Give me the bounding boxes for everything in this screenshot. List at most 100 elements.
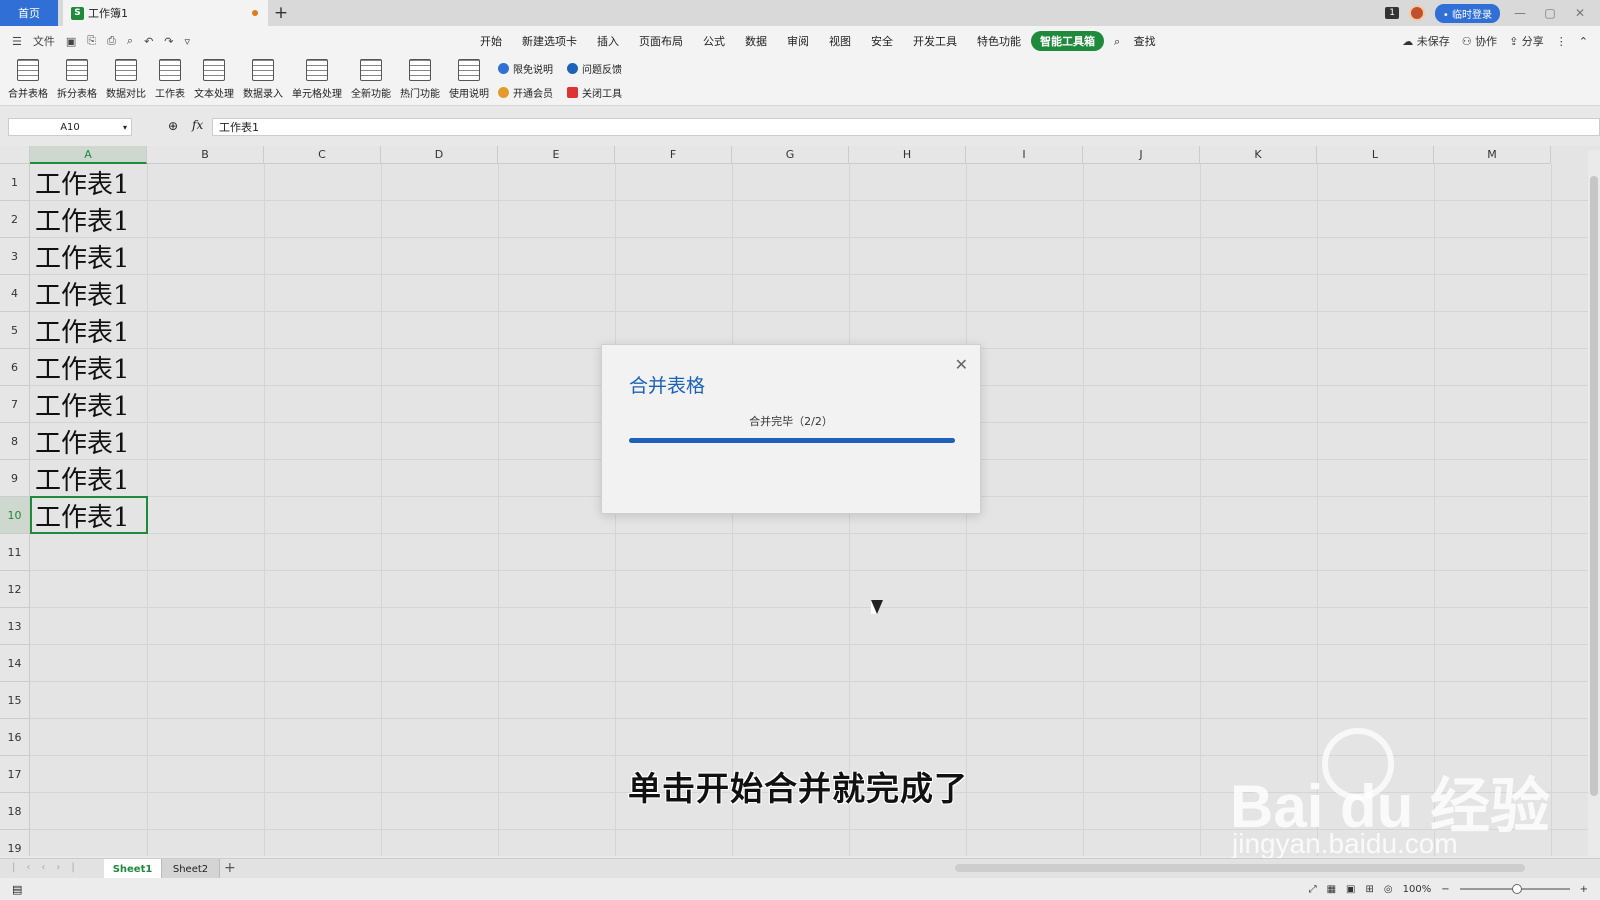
home-tab[interactable]: 首页 xyxy=(0,0,58,26)
tab-search[interactable]: ⌕ 查找 xyxy=(1104,33,1176,49)
column-header-A[interactable]: A xyxy=(30,146,147,164)
zoom-knob[interactable] xyxy=(1511,884,1522,894)
tab-features[interactable]: 特色功能 xyxy=(967,33,1031,49)
fx-icon[interactable]: fx xyxy=(192,118,203,132)
row-header-1[interactable]: 1 xyxy=(0,164,30,201)
tab-developer[interactable]: 开发工具 xyxy=(903,33,967,49)
tab-security[interactable]: 安全 xyxy=(861,33,903,49)
cell-A9[interactable]: 工作表1 xyxy=(31,460,149,497)
row-header-2[interactable]: 2 xyxy=(0,201,30,238)
row-header-9[interactable]: 9 xyxy=(0,460,30,497)
new-features-button[interactable]: 全新功能 xyxy=(351,56,391,100)
column-header-F[interactable]: F xyxy=(615,146,732,164)
row-header-12[interactable]: 12 xyxy=(0,571,30,608)
row-header-13[interactable]: 13 xyxy=(0,608,30,645)
row-header-10[interactable]: 10 xyxy=(0,497,30,534)
scroll-thumb[interactable] xyxy=(1590,176,1598,796)
close-icon[interactable]: ✕ xyxy=(955,355,968,374)
collab-button[interactable]: ⚇ 协作 xyxy=(1462,33,1497,49)
export-icon[interactable]: ⎘ xyxy=(87,34,96,48)
cell-A7[interactable]: 工作表1 xyxy=(31,386,149,423)
select-all-corner[interactable] xyxy=(0,146,30,164)
row-header-19[interactable]: 19 xyxy=(0,830,30,856)
tab-start[interactable]: 开始 xyxy=(470,33,512,49)
zoom-in-icon[interactable]: + xyxy=(1580,884,1588,895)
page-layout-icon[interactable]: ▣ xyxy=(1346,884,1355,895)
cell-A4[interactable]: 工作表1 xyxy=(31,275,149,312)
worksheet-button[interactable]: 工作表 xyxy=(155,56,185,100)
row-header-16[interactable]: 16 xyxy=(0,719,30,756)
column-header-B[interactable]: B xyxy=(147,146,264,164)
sheet-tab-2[interactable]: Sheet2 xyxy=(162,859,220,879)
cell-A8[interactable]: 工作表1 xyxy=(31,423,149,460)
unsaved-status[interactable]: ☁ 未保存 xyxy=(1402,33,1450,49)
column-header-E[interactable]: E xyxy=(498,146,615,164)
tab-new[interactable]: 新建选项卡 xyxy=(512,33,587,49)
column-header-C[interactable]: C xyxy=(264,146,381,164)
cell-A2[interactable]: 工作表1 xyxy=(31,201,149,238)
zoom-out-icon[interactable]: − xyxy=(1441,884,1449,895)
data-compare-button[interactable]: 数据对比 xyxy=(106,56,146,100)
column-header-H[interactable]: H xyxy=(849,146,966,164)
tab-layout[interactable]: 页面布局 xyxy=(629,33,693,49)
window-count-badge[interactable]: 1 xyxy=(1385,7,1399,19)
hamburger-icon[interactable]: ☰ xyxy=(12,35,22,48)
tab-smart-toolbox[interactable]: 智能工具箱 xyxy=(1031,31,1104,51)
row-header-14[interactable]: 14 xyxy=(0,645,30,682)
data-entry-button[interactable]: 数据录入 xyxy=(243,56,283,100)
add-sheet-button[interactable]: + xyxy=(224,860,236,876)
eye-protect-icon[interactable]: ◎ xyxy=(1384,884,1393,895)
row-header-17[interactable]: 17 xyxy=(0,756,30,793)
maximize-icon[interactable]: ▢ xyxy=(1540,6,1560,20)
sheet-nav-arrows[interactable]: |‹‹›| xyxy=(12,862,86,873)
cell-process-button[interactable]: 单元格处理 xyxy=(292,56,342,100)
row-header-7[interactable]: 7 xyxy=(0,386,30,423)
formula-input[interactable]: 工作表1 xyxy=(212,118,1600,136)
minimize-icon[interactable]: — xyxy=(1510,6,1530,20)
row-header-3[interactable]: 3 xyxy=(0,238,30,275)
name-box[interactable]: A10 ▾ xyxy=(8,118,132,136)
row-header-8[interactable]: 8 xyxy=(0,423,30,460)
row-header-18[interactable]: 18 xyxy=(0,793,30,830)
zoom-slider[interactable] xyxy=(1459,884,1570,894)
file-menu[interactable]: 文件 xyxy=(33,33,55,49)
save-icon[interactable]: ▣ xyxy=(66,35,76,48)
redo-icon[interactable]: ↷ xyxy=(164,35,173,48)
hot-features-button[interactable]: 热门功能 xyxy=(400,56,440,100)
row-header-4[interactable]: 4 xyxy=(0,275,30,312)
row-header-5[interactable]: 5 xyxy=(0,312,30,349)
row-header-6[interactable]: 6 xyxy=(0,349,30,386)
cell-A1[interactable]: 工作表1 xyxy=(31,164,149,201)
column-header-D[interactable]: D xyxy=(381,146,498,164)
column-header-K[interactable]: K xyxy=(1200,146,1317,164)
close-tool-button[interactable]: 关闭工具 xyxy=(567,85,622,100)
tab-view[interactable]: 视图 xyxy=(819,33,861,49)
column-header-J[interactable]: J xyxy=(1083,146,1200,164)
sheet-tab-1[interactable]: Sheet1 xyxy=(104,859,162,879)
tab-insert[interactable]: 插入 xyxy=(587,33,629,49)
tab-formula[interactable]: 公式 xyxy=(693,33,735,49)
column-header-I[interactable]: I xyxy=(966,146,1083,164)
tab-review[interactable]: 审阅 xyxy=(777,33,819,49)
cell-A3[interactable]: 工作表1 xyxy=(31,238,149,275)
collapse-ribbon-icon[interactable]: ⌃ xyxy=(1579,35,1588,48)
split-table-button[interactable]: 拆分表格 xyxy=(57,56,97,100)
free-info-button[interactable]: 限免说明 xyxy=(498,61,553,76)
merge-table-button[interactable]: 合并表格 xyxy=(8,56,48,100)
membership-button[interactable]: 开通会员 xyxy=(498,85,553,100)
zoom-lookup-icon[interactable]: ⊕ xyxy=(168,119,178,133)
normal-view-icon[interactable]: ▦ xyxy=(1327,884,1336,895)
document-tab[interactable]: S 工作簿1 xyxy=(63,0,268,26)
zoom-level[interactable]: 100% xyxy=(1403,884,1432,895)
temp-login-button[interactable]: • 临时登录 xyxy=(1434,3,1500,23)
preview-icon[interactable]: ⌕ xyxy=(127,34,133,48)
row-header-15[interactable]: 15 xyxy=(0,682,30,719)
chevron-down-icon[interactable]: ▾ xyxy=(123,123,127,132)
vertical-scrollbar[interactable] xyxy=(1588,150,1600,856)
macro-icon[interactable]: ▤ xyxy=(12,883,22,896)
feedback-button[interactable]: 问题反馈 xyxy=(567,61,622,76)
column-header-L[interactable]: L xyxy=(1317,146,1434,164)
column-header-G[interactable]: G xyxy=(732,146,849,164)
new-tab-button[interactable]: + xyxy=(268,0,294,26)
fullscreen-icon[interactable]: ⤢ xyxy=(1309,884,1317,895)
